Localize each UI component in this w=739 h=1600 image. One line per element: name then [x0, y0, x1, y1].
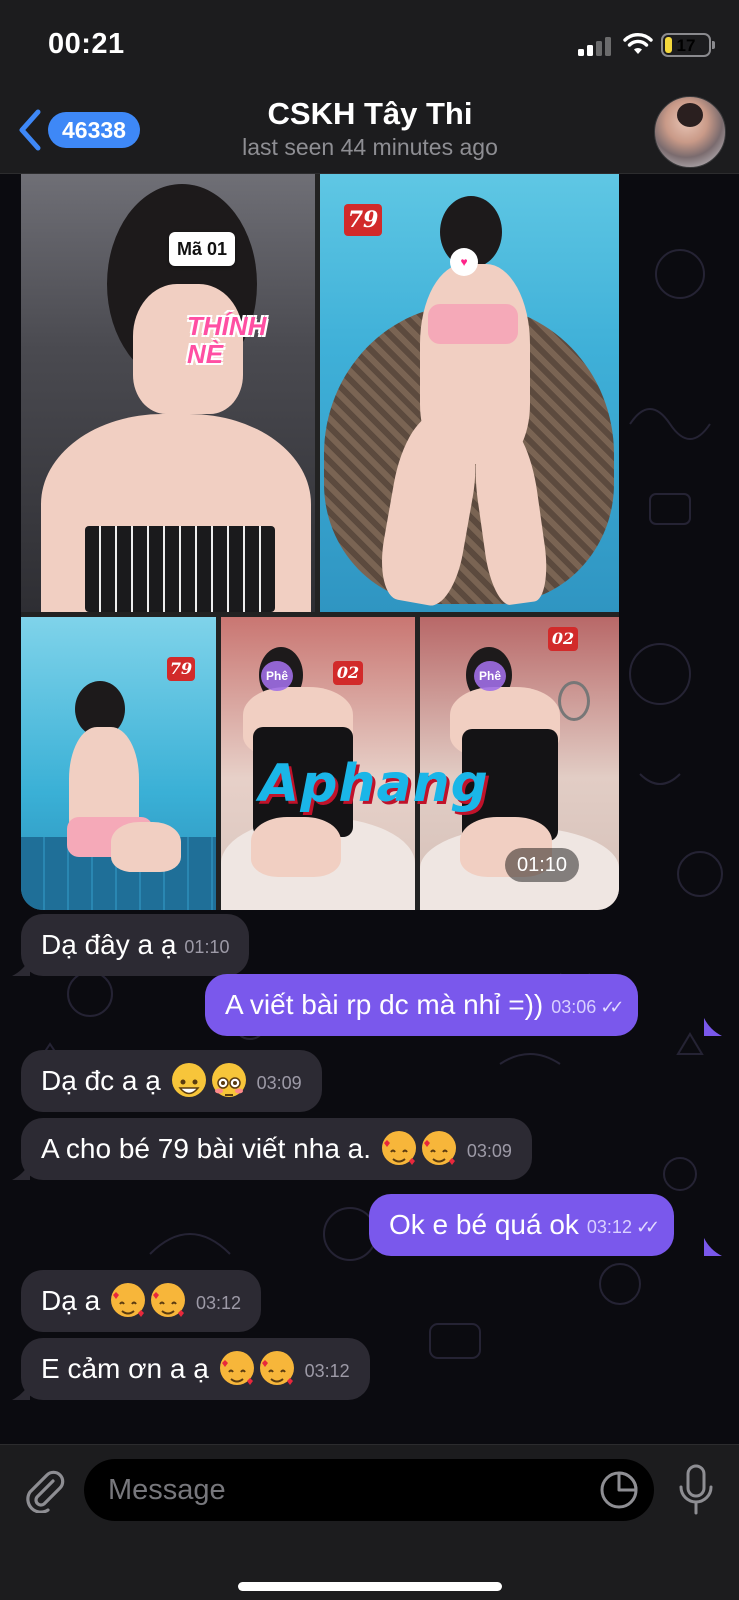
message-time: 01:10: [184, 936, 230, 957]
message-text: Dạ đc a ạ: [41, 1065, 161, 1096]
chat-title[interactable]: CSKH Tây Thi: [160, 96, 580, 132]
battery-icon: 17: [661, 33, 711, 57]
bubble-tail: [12, 1162, 30, 1180]
album-photo-3[interactable]: 79: [21, 617, 216, 910]
media-album[interactable]: Mã 01 THÍNH NÈ ♥ 79 79 Phê 02 Phê 02 Aph…: [21, 174, 619, 910]
message-text: Dạ a: [41, 1285, 101, 1316]
smiling-hearts-emoji: [150, 1282, 185, 1317]
photo-code-tag: 79: [344, 204, 382, 236]
album-photo-2[interactable]: ♥ 79: [320, 174, 619, 612]
unread-count-badge[interactable]: 46338: [48, 112, 140, 148]
chat-status: last seen 44 minutes ago: [242, 134, 498, 160]
watermark: Aphang: [259, 754, 489, 814]
face-sticker: Phê: [474, 661, 506, 691]
message-time: 03:09: [256, 1072, 302, 1093]
double-check-icon: ✓✓: [635, 1216, 660, 1237]
double-check-icon: ✓✓: [600, 996, 624, 1017]
bubble-tail: [704, 1238, 722, 1256]
message-bubble[interactable]: Ok e bé quá ok 03:12 ✓✓: [369, 1194, 675, 1256]
smiling-hearts-emoji: [110, 1282, 145, 1317]
chat-area[interactable]: Mã 01 THÍNH NÈ ♥ 79 79 Phê 02 Phê 02 Aph…: [0, 174, 739, 1444]
microphone-icon[interactable]: [676, 1463, 716, 1517]
flushed-emoji: [211, 1062, 246, 1097]
home-indicator[interactable]: [238, 1582, 502, 1591]
album-photo-1[interactable]: Mã 01 THÍNH NÈ: [21, 174, 315, 612]
smiling-hearts-emoji: [219, 1350, 254, 1385]
smiling-hearts-emoji: [259, 1350, 294, 1385]
bubble-tail: [704, 1018, 722, 1036]
signal-icon: [578, 36, 614, 56]
face-sticker: Phê: [261, 661, 293, 691]
message-time: 03:12: [304, 1360, 350, 1381]
chevron-left-icon[interactable]: [16, 108, 46, 152]
photo-code-tag: 02: [333, 661, 363, 685]
wifi-icon: [623, 33, 653, 54]
photo-code-tag: Mã 01: [169, 232, 235, 266]
message-time: 03:06: [551, 996, 597, 1017]
message-text: Ok e bé quá ok: [389, 1209, 579, 1240]
message-bubble[interactable]: Dạ đc a ạ 03:09: [21, 1050, 322, 1112]
photo-code-tag: 02: [548, 627, 578, 651]
message-bubble[interactable]: Dạ đây a ạ 01:10: [21, 914, 250, 976]
avatar[interactable]: [654, 96, 726, 168]
status-time: 00:21: [48, 28, 125, 60]
message-input[interactable]: [84, 1459, 654, 1521]
message-text: E cảm ơn a ạ: [41, 1353, 209, 1384]
chat-header: 46338 CSKH Tây Thi last seen 44 minutes …: [0, 90, 739, 174]
message-composer: [0, 1444, 739, 1600]
bubble-tail: [12, 1382, 30, 1400]
battery-tip: [712, 41, 715, 49]
photo-code-tag: 79: [167, 657, 195, 681]
grinning-emoji: [171, 1062, 206, 1097]
sticker-icon[interactable]: [598, 1469, 640, 1511]
smiling-hearts-emoji: [381, 1130, 416, 1165]
message-time: 03:09: [466, 1140, 512, 1161]
message-bubble[interactable]: Dạ a 03:12: [21, 1270, 261, 1332]
battery-percent: 17: [676, 36, 696, 55]
photo-sticker: THÍNH NÈ: [187, 311, 267, 369]
message-text: A cho bé 79 bài viết nha a.: [41, 1133, 372, 1164]
message-bubble[interactable]: A cho bé 79 bài viết nha a. 03:09: [21, 1118, 532, 1180]
face-sticker: ♥: [450, 248, 478, 276]
status-bar: 00:21 17: [0, 0, 739, 90]
message-bubble[interactable]: A viết bài rp dc mà nhỉ =)) 03:06 ✓✓: [205, 974, 639, 1036]
bubble-tail: [12, 958, 30, 976]
message-text: Dạ đây a ạ: [41, 929, 177, 960]
smiling-hearts-emoji: [421, 1130, 456, 1165]
media-timestamp: 01:10: [505, 848, 580, 882]
message-bubble[interactable]: E cảm ơn a ạ 03:12: [21, 1338, 370, 1400]
message-time: 03:12: [586, 1216, 632, 1237]
message-text: A viết bài rp dc mà nhỉ =)): [225, 989, 544, 1020]
message-time: 03:12: [195, 1292, 241, 1313]
paperclip-icon[interactable]: [20, 1467, 66, 1513]
